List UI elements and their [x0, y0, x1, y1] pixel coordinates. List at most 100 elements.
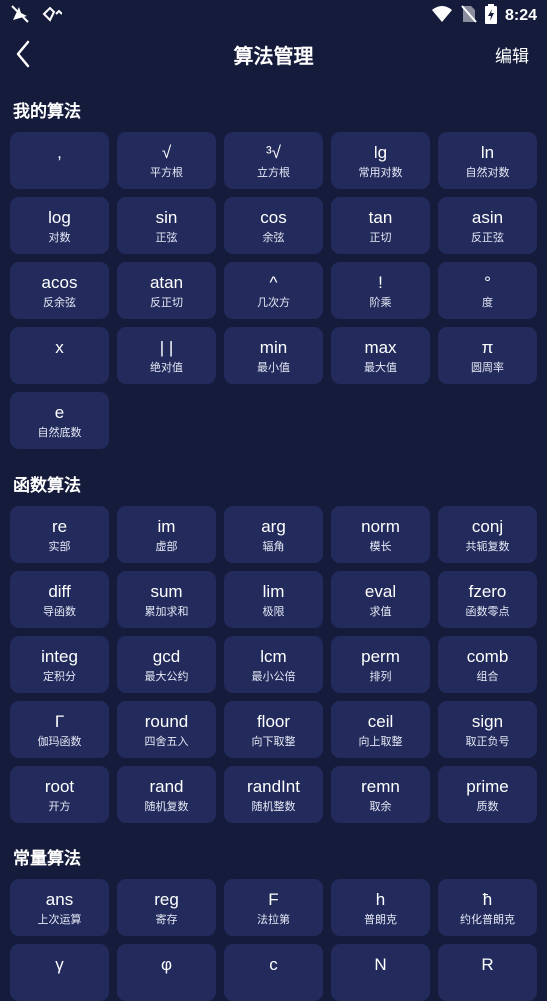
algorithm-key[interactable]: eval 求值 [331, 571, 430, 628]
algorithm-description: 最大值 [364, 360, 397, 374]
algorithm-description: 上次运算 [37, 912, 82, 926]
algorithm-key[interactable]: ans 上次运算 [10, 879, 109, 936]
algorithm-key[interactable]: arg 辐角 [224, 506, 323, 563]
algorithm-key[interactable]: acos 反余弦 [10, 262, 109, 319]
algorithm-key[interactable]: ! 阶乘 [331, 262, 430, 319]
algorithm-description: 极限 [262, 604, 285, 618]
algorithm-symbol: lim [262, 581, 285, 601]
algorithm-key[interactable]: randInt 随机整数 [224, 766, 323, 823]
back-button[interactable] [12, 38, 36, 70]
section-title-my-algorithms: 我的算法 [13, 102, 81, 122]
algorithm-key[interactable]: sin 正弦 [117, 197, 216, 254]
algorithm-description: 向下取整 [251, 734, 296, 748]
algorithm-key[interactable]: φ [117, 944, 216, 1001]
algorithm-key[interactable]: remn 取余 [331, 766, 430, 823]
algorithm-symbol: re [51, 516, 68, 536]
status-time: 8:24 [504, 7, 537, 24]
algorithm-key[interactable]: asin 反正弦 [438, 197, 537, 254]
algorithm-key[interactable]: sum 累加求和 [117, 571, 216, 628]
algorithm-symbol: min [259, 337, 288, 357]
algorithm-key[interactable]: gcd 最大公约 [117, 636, 216, 693]
algorithm-symbol: reg [154, 889, 179, 909]
algorithm-key[interactable]: e 自然底数 [10, 392, 109, 449]
algorithm-description: 组合 [476, 669, 499, 683]
algorithm-description: 四舍五入 [144, 734, 189, 748]
algorithm-key[interactable]: ^ 几次方 [224, 262, 323, 319]
algorithm-key[interactable]: prime 质数 [438, 766, 537, 823]
algorithm-key[interactable]: , [10, 132, 109, 189]
algorithm-description: 虚部 [155, 539, 178, 553]
algorithm-symbol: remn [361, 776, 400, 796]
algorithm-symbol: ħ [482, 889, 493, 909]
algorithm-key[interactable]: ħ 约化普朗克 [438, 879, 537, 936]
algorithm-key[interactable]: rand 随机复数 [117, 766, 216, 823]
algorithm-description: 常用对数 [358, 165, 403, 179]
algorithm-key[interactable]: im 虚部 [117, 506, 216, 563]
algorithm-key[interactable]: ³√ 立方根 [224, 132, 323, 189]
algorithm-key[interactable]: round 四舍五入 [117, 701, 216, 758]
algorithm-key[interactable]: sign 取正负号 [438, 701, 537, 758]
algorithm-key[interactable]: γ [10, 944, 109, 1001]
algorithm-description: 最大公约 [144, 669, 189, 683]
algorithm-key[interactable]: ln 自然对数 [438, 132, 537, 189]
algorithm-key[interactable]: diff 导函数 [10, 571, 109, 628]
algorithm-key[interactable]: c [224, 944, 323, 1001]
algorithm-key[interactable]: cos 余弦 [224, 197, 323, 254]
algorithm-symbol: asin [471, 207, 504, 227]
algorithm-symbol: tan [368, 207, 393, 227]
algorithm-key[interactable]: R [438, 944, 537, 1001]
algorithm-symbol: gcd [152, 646, 181, 666]
algorithm-key[interactable]: max 最大值 [331, 327, 430, 384]
algorithm-key[interactable]: h 普朗克 [331, 879, 430, 936]
algorithm-symbol: integ [41, 646, 78, 666]
algorithm-key[interactable]: tan 正切 [331, 197, 430, 254]
algorithm-key[interactable]: root 开方 [10, 766, 109, 823]
algorithm-symbol: fzero [468, 581, 507, 601]
algorithm-key[interactable]: floor 向下取整 [224, 701, 323, 758]
algorithm-key[interactable]: conj 共轭复数 [438, 506, 537, 563]
section-title-constant-algorithms: 常量算法 [13, 849, 81, 869]
algorithm-symbol: N [374, 954, 387, 974]
algorithm-key[interactable]: ceil 向上取整 [331, 701, 430, 758]
algorithm-description: 伽玛函数 [37, 734, 82, 748]
algorithm-key[interactable]: fzero 函数零点 [438, 571, 537, 628]
algorithm-key[interactable]: Γ 伽玛函数 [10, 701, 109, 758]
constant-algorithms-grid: ans 上次运算 reg 寄存 F 法拉第 h 普朗克 ħ 约化普朗克 γ φ c N R [10, 879, 537, 1001]
algorithm-description: 随机复数 [144, 799, 189, 813]
algorithm-symbol: φ [160, 954, 173, 974]
algorithm-description: 寄存 [155, 912, 178, 926]
algorithm-description: 函数零点 [465, 604, 510, 618]
algorithm-symbol: cos [260, 207, 287, 227]
page-title: 算法管理 [233, 44, 314, 68]
algorithm-key[interactable]: perm 排列 [331, 636, 430, 693]
algorithm-symbol: lg [373, 142, 388, 162]
algorithm-key[interactable]: N [331, 944, 430, 1001]
algorithm-key[interactable]: lcm 最小公倍 [224, 636, 323, 693]
algorithm-key[interactable]: norm 模长 [331, 506, 430, 563]
algorithm-description: 自然底数 [37, 425, 82, 439]
algorithm-key[interactable]: F 法拉第 [224, 879, 323, 936]
edit-button[interactable]: 编辑 [495, 42, 529, 67]
algorithm-description: 绝对值 [150, 360, 183, 374]
algorithm-key[interactable]: lg 常用对数 [331, 132, 430, 189]
algorithm-key[interactable]: reg 寄存 [117, 879, 216, 936]
algorithm-description: 模长 [369, 539, 392, 553]
algorithm-key[interactable]: integ 定积分 [10, 636, 109, 693]
algorithm-key[interactable]: √ 平方根 [117, 132, 216, 189]
my-algorithms-grid: , √ 平方根 ³√ 立方根 lg 常用对数 ln 自然对数 log 对数 sin 正弦 cos 余弦 tan… [10, 132, 537, 449]
algorithm-symbol: acos [41, 272, 78, 292]
algorithm-key[interactable]: π 圆周率 [438, 327, 537, 384]
algorithm-description: 质数 [476, 799, 499, 813]
algorithm-key[interactable]: ° 度 [438, 262, 537, 319]
algorithm-description: 导函数 [43, 604, 76, 618]
algorithm-key[interactable]: log 对数 [10, 197, 109, 254]
algorithm-description: 求值 [369, 604, 392, 618]
algorithm-key[interactable]: min 最小值 [224, 327, 323, 384]
algorithm-key[interactable]: x [10, 327, 109, 384]
algorithm-key[interactable]: lim 极限 [224, 571, 323, 628]
algorithm-description: 几次方 [257, 295, 290, 309]
algorithm-key[interactable]: comb 组合 [438, 636, 537, 693]
algorithm-key[interactable]: re 实部 [10, 506, 109, 563]
algorithm-key[interactable]: | | 绝对值 [117, 327, 216, 384]
algorithm-key[interactable]: atan 反正切 [117, 262, 216, 319]
